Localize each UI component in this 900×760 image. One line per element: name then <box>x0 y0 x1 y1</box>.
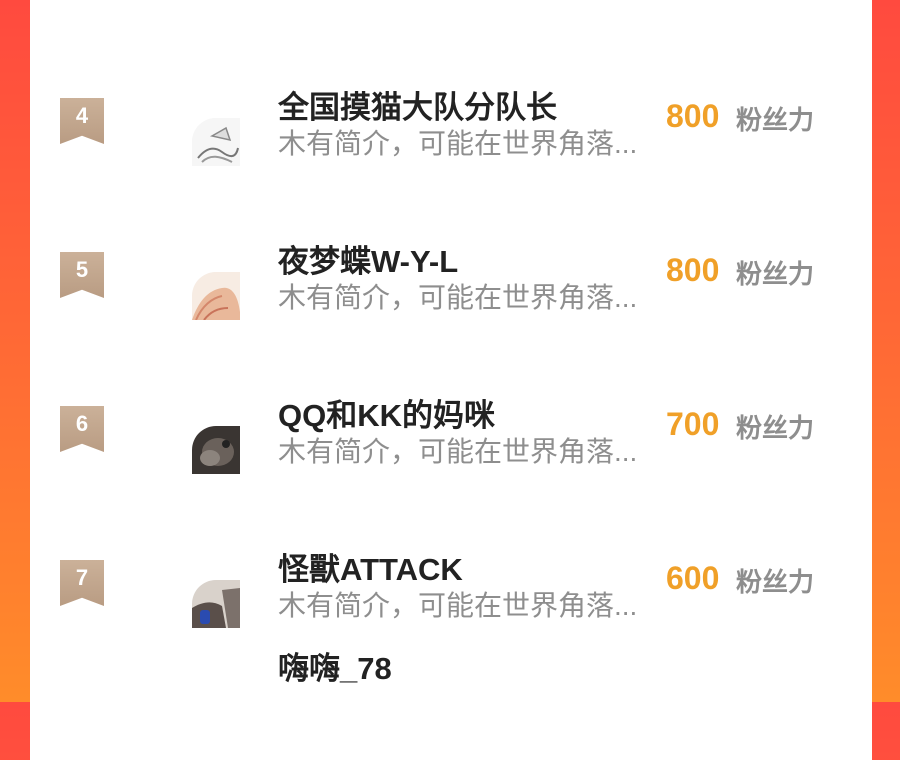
user-bio: 木有简介，可能在世界角落... <box>278 436 638 467</box>
rank-badge: 7 <box>60 560 104 606</box>
user-name[interactable]: 怪獸ATTACK <box>278 544 463 589</box>
avatar[interactable] <box>192 426 240 474</box>
fan-score: 700 <box>666 406 720 442</box>
user-bio: 木有简介，可能在世界角落... <box>278 282 638 313</box>
user-name[interactable]: 夜梦蝶W-Y-L <box>278 236 458 281</box>
rank-badge: 5 <box>60 252 104 298</box>
list-item[interactable]: 7 怪獸ATTACK 木有简介，可能在世界角落... 600 粉丝力 <box>30 550 872 704</box>
fan-score-unit: 粉丝力 <box>736 567 815 597</box>
user-name[interactable]: 全国摸猫大队分队长 <box>278 82 557 127</box>
user-bio: 木有简介，可能在世界角落... <box>278 590 638 621</box>
rank-badge: 4 <box>60 98 104 144</box>
fan-score: 800 <box>666 252 720 288</box>
avatar[interactable] <box>192 580 240 628</box>
fan-score-unit: 粉丝力 <box>736 105 815 135</box>
ranking-card: 4 全国摸猫大队分队长 木有简介，可能在世界角落... 800 粉丝力 5 夜梦… <box>30 0 872 760</box>
fan-score: 800 <box>666 98 720 134</box>
avatar[interactable] <box>192 118 240 166</box>
user-name[interactable]: QQ和KK的妈咪 <box>278 390 495 435</box>
list-item[interactable]: 6 QQ和KK的妈咪 木有简介，可能在世界角落... 700 粉丝力 <box>30 396 872 550</box>
fan-score: 600 <box>666 560 720 596</box>
rank-badge: 6 <box>60 406 104 452</box>
list-item[interactable]: 5 夜梦蝶W-Y-L 木有简介，可能在世界角落... 800 粉丝力 <box>30 242 872 396</box>
user-bio: 木有简介，可能在世界角落... <box>278 128 638 159</box>
fan-score-unit: 粉丝力 <box>736 259 815 289</box>
fan-score-unit: 粉丝力 <box>736 413 815 443</box>
avatar[interactable] <box>192 272 240 320</box>
list-item[interactable]: 4 全国摸猫大队分队长 木有简介，可能在世界角落... 800 粉丝力 <box>30 88 872 242</box>
user-name-partial[interactable]: 嗨嗨_78 <box>278 643 392 688</box>
